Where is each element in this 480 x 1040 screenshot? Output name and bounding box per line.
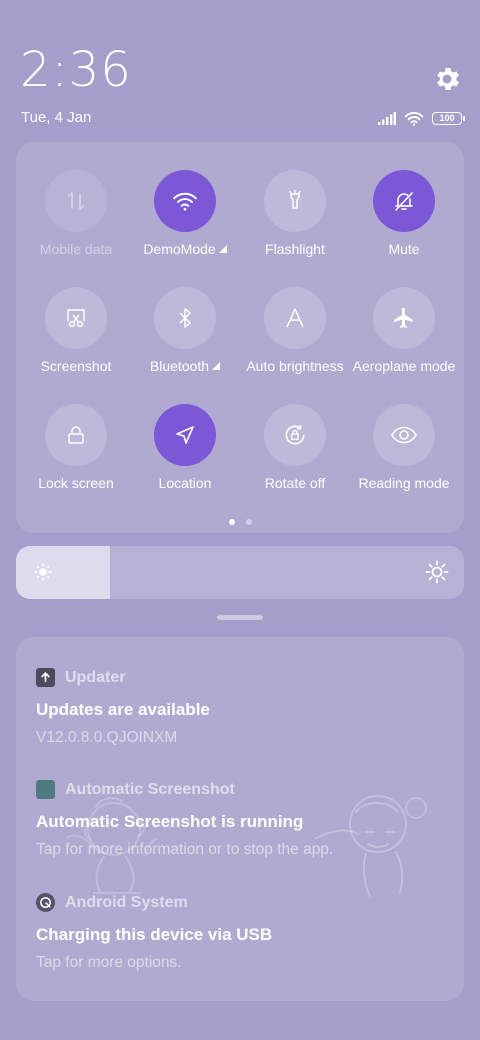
status-icons: 100 [378, 109, 465, 127]
brightness-high-icon [425, 560, 449, 584]
android-system-icon [36, 893, 55, 912]
tile-location[interactable]: Location [130, 404, 240, 491]
auto-brightness-icon [264, 287, 326, 349]
bluetooth-icon [154, 287, 216, 349]
tile-label-text: DemoMode [143, 241, 216, 257]
screenshot-icon [45, 287, 107, 349]
gear-icon[interactable] [432, 64, 462, 94]
tile-rotate-off[interactable]: Rotate off [240, 404, 350, 491]
notification-body: Tap for more information or to stop the … [36, 841, 334, 858]
quick-settings-panel: Mobile data DemoMode Flashlight Mute Scr… [16, 142, 464, 533]
tile-mobile-data[interactable]: Mobile data [21, 170, 131, 257]
tile-lock-screen[interactable]: Lock screen [21, 404, 131, 491]
notification-app-row: Android System [36, 893, 444, 912]
tile-label-text: Bluetooth [149, 358, 210, 374]
notification-body: V12.0.8.0.QJOINXM [36, 729, 178, 746]
notification-app-row: Automatic Screenshot [36, 780, 444, 799]
clock-time: 2:36 [20, 42, 132, 98]
notification-app-name: Automatic Screenshot [65, 780, 235, 798]
signal-icon [378, 111, 396, 125]
bell-off-icon [373, 170, 435, 232]
tile-bluetooth[interactable]: Bluetooth [130, 287, 240, 374]
notification-title: Charging this device via USB [36, 925, 273, 944]
tile-label: Rotate off [264, 475, 326, 491]
tile-label: Location [158, 475, 212, 491]
notification-updater[interactable]: Updater Updates are available V12.0.8.0.… [36, 668, 444, 747]
notification-android-system[interactable]: Android System Charging this device via … [36, 893, 444, 972]
tile-demomode[interactable]: DemoMode [130, 170, 240, 257]
tile-label: Aeroplane mode [352, 358, 456, 374]
page-dot[interactable] [245, 519, 252, 525]
tile-label: Mobile data [39, 241, 113, 257]
notification-app-row: Updater [36, 668, 444, 687]
notification-title: Updates are available [36, 700, 210, 719]
brightness-fill [16, 546, 111, 599]
expand-arrow-icon [218, 245, 227, 253]
tile-auto-brightness[interactable]: Auto brightness [240, 287, 350, 374]
eye-icon [373, 404, 435, 466]
page-indicator [16, 519, 464, 525]
tile-label: Auto brightness [246, 358, 344, 374]
tile-label: Lock screen [38, 475, 114, 491]
tile-aeroplane-mode[interactable]: Aeroplane mode [349, 287, 459, 374]
brightness-low-icon [34, 563, 52, 581]
battery-level: 100 [439, 113, 455, 123]
lock-icon [45, 404, 107, 466]
expand-arrow-icon [212, 362, 221, 370]
tile-label: Reading mode [358, 475, 450, 491]
battery-icon: 100 [432, 111, 465, 125]
tile-label: Screenshot [40, 358, 112, 374]
airplane-icon [373, 287, 435, 349]
tile-label: Bluetooth [130, 358, 240, 374]
drag-handle[interactable] [217, 615, 263, 620]
tile-label: Mute [388, 241, 420, 257]
notification-body: Tap for more options. [36, 954, 182, 971]
updater-icon [36, 668, 55, 687]
tile-screenshot[interactable]: Screenshot [21, 287, 131, 374]
tile-label: Flashlight [265, 241, 325, 257]
page-dot-active[interactable] [228, 519, 235, 525]
tile-mute[interactable]: Mute [349, 170, 459, 257]
notification-title: Automatic Screenshot is running [36, 812, 304, 831]
location-icon [154, 404, 216, 466]
notification-automatic-screenshot[interactable]: Automatic Screenshot Automatic Screensho… [36, 780, 444, 859]
brightness-slider[interactable] [16, 546, 464, 599]
notification-panel: Updater Updates are available V12.0.8.0.… [16, 637, 464, 1001]
notification-app-name: Android System [65, 893, 188, 911]
mobile-data-icon [45, 170, 107, 232]
tile-reading-mode[interactable]: Reading mode [349, 404, 459, 491]
notification-app-name: Updater [65, 668, 126, 686]
tile-flashlight[interactable]: Flashlight [240, 170, 350, 257]
automatic-screenshot-icon [36, 780, 55, 799]
rotate-lock-icon [264, 404, 326, 466]
wifi-icon [404, 111, 424, 126]
tile-label: DemoMode [130, 241, 240, 257]
wifi-icon [154, 170, 216, 232]
date-label: Tue, 4 Jan [21, 109, 92, 126]
flashlight-icon [264, 170, 326, 232]
